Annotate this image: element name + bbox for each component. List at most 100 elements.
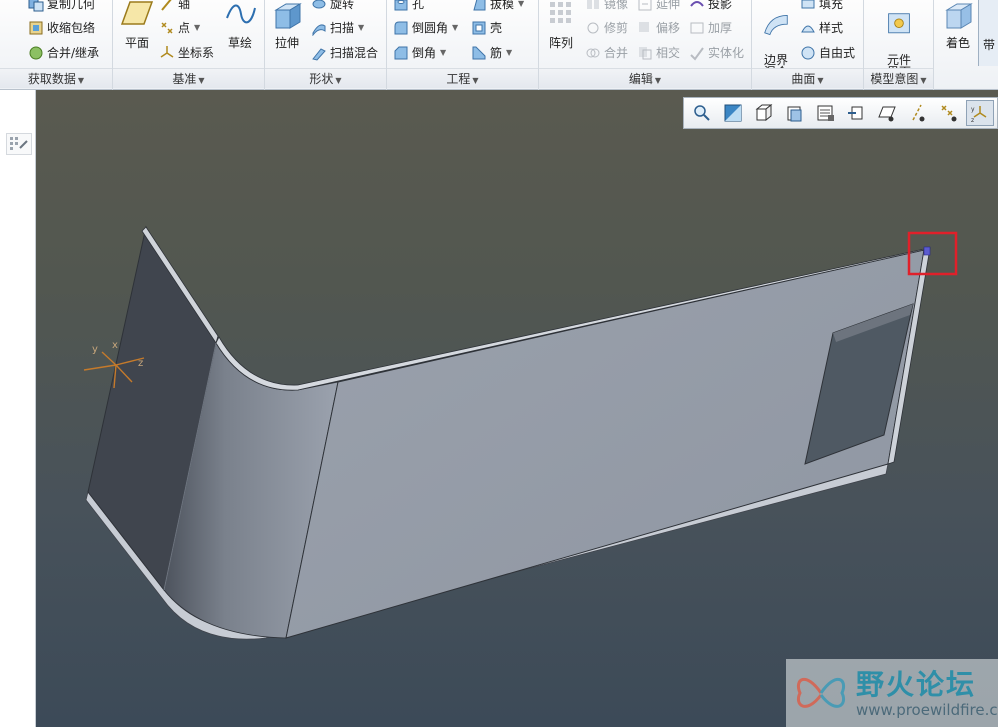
csys-y-label: y bbox=[92, 344, 98, 355]
style-icon bbox=[801, 25, 815, 33]
shrinkwrap-button[interactable]: 收缩包络 bbox=[28, 17, 95, 39]
copy-geometry-icon bbox=[28, 0, 44, 12]
forum-watermark: 野火论坛 www.proewildfire.cn bbox=[786, 659, 998, 727]
pattern-icon bbox=[550, 2, 571, 23]
view-manager-button[interactable] bbox=[812, 100, 840, 126]
group-label-editing[interactable]: 编辑 ▼ bbox=[539, 68, 751, 88]
group-engineering: 孔 拔模 ▼ 倒圆角 ▼ 壳 倒角 ▼ 筋 ▼ 工程 ▼ bbox=[387, 0, 539, 90]
merge-inherit-button[interactable]: 合并/继承 bbox=[28, 42, 99, 64]
csys-icon bbox=[160, 46, 174, 58]
draft-button[interactable]: 拔模 ▼ bbox=[471, 0, 524, 15]
model-tree-strip bbox=[0, 90, 36, 727]
pattern-button[interactable]: 阵列 bbox=[541, 0, 581, 51]
trim-icon bbox=[587, 22, 599, 34]
ribbon: 复制几何 收缩包络 合并/继承 获取数据 ▼ 平面 轴 点 ▼ 坐标系 草绘 基… bbox=[0, 0, 998, 90]
shell-icon bbox=[472, 21, 486, 35]
view-manager-icon bbox=[817, 105, 834, 121]
color-button[interactable]: 着色 bbox=[938, 0, 978, 51]
overflow-panel[interactable]: 带 bbox=[978, 0, 998, 66]
hole-icon bbox=[394, 0, 408, 11]
graphics-toolbar: yz bbox=[683, 97, 998, 129]
cube-view-icon bbox=[755, 103, 773, 122]
point-display-button[interactable] bbox=[935, 100, 963, 126]
axis-icon bbox=[161, 0, 172, 11]
extend-button[interactable]: 延伸 bbox=[637, 0, 680, 15]
solidify-icon bbox=[690, 47, 704, 61]
style-button[interactable]: 样式 bbox=[800, 17, 843, 39]
thicken-icon bbox=[690, 22, 704, 34]
csys-display-icon: yz bbox=[971, 106, 987, 123]
csys-button[interactable]: 坐标系 bbox=[159, 42, 214, 64]
graphics-window[interactable]: y x z yz 野火论坛 www.proewildfire.cn bbox=[36, 90, 998, 727]
csys-display-button[interactable]: yz bbox=[966, 100, 995, 126]
csys-z-label: z bbox=[138, 358, 143, 369]
group-editing: 阵列 镜像 延伸 投影 修剪 偏移 加厚 合并 相交 实体化 编辑 ▼ bbox=[539, 0, 752, 90]
solidify-button[interactable]: 实体化 bbox=[689, 42, 744, 64]
extrude-button[interactable]: 拉伸 bbox=[267, 0, 307, 51]
merge-inherit-icon bbox=[29, 46, 43, 60]
shrinkwrap-icon bbox=[29, 21, 43, 35]
revolve-button[interactable]: 旋转 bbox=[311, 0, 354, 15]
zoom-window-icon bbox=[724, 104, 742, 122]
refit-button[interactable] bbox=[688, 100, 716, 126]
project-button[interactable]: 投影 bbox=[689, 0, 732, 15]
point-button[interactable]: 点 ▼ bbox=[159, 17, 200, 39]
shell-button[interactable]: 壳 bbox=[471, 17, 502, 39]
selected-edge-marker[interactable] bbox=[923, 246, 931, 256]
plane-display-button[interactable] bbox=[873, 100, 901, 126]
rib-button[interactable]: 筋 ▼ bbox=[471, 42, 512, 64]
svg-text:y: y bbox=[971, 106, 975, 113]
perspective-button[interactable] bbox=[843, 100, 871, 126]
trim-button[interactable]: 修剪 bbox=[585, 17, 628, 39]
offset-icon bbox=[639, 22, 649, 32]
axis-button[interactable]: 轴 bbox=[159, 0, 190, 15]
point-display-icon bbox=[941, 105, 957, 122]
plane-display-icon bbox=[878, 106, 897, 122]
display-style-button[interactable] bbox=[781, 100, 809, 126]
thicken-button[interactable]: 加厚 bbox=[689, 17, 732, 39]
hole-button[interactable]: 孔 bbox=[393, 0, 424, 15]
perspective-icon bbox=[848, 106, 863, 120]
zoom-icon bbox=[694, 105, 710, 121]
merge-button[interactable]: 合并 bbox=[585, 42, 628, 64]
sweep-button[interactable]: 扫描 ▼ bbox=[311, 17, 364, 39]
group-extra: 着色 带 bbox=[934, 0, 998, 90]
round-button[interactable]: 倒圆角 ▼ bbox=[393, 17, 458, 39]
extend-icon bbox=[638, 0, 652, 11]
swept-blend-button[interactable]: 扫描混合 bbox=[311, 42, 378, 64]
plane-icon bbox=[120, 1, 154, 25]
mirror-button[interactable]: 镜像 bbox=[585, 0, 628, 15]
group-label-shapes[interactable]: 形状 ▼ bbox=[265, 68, 386, 88]
chamfer-button[interactable]: 倒角 ▼ bbox=[393, 42, 446, 64]
boundary-blend-button[interactable]: 边界 混合 bbox=[756, 0, 796, 78]
fill-button[interactable]: 填充 bbox=[800, 0, 843, 15]
merge-icon bbox=[586, 48, 600, 58]
sweep-icon bbox=[312, 24, 326, 36]
component-interface-button[interactable]: 元件 界面 bbox=[879, 0, 919, 78]
component-interface-icon bbox=[888, 13, 910, 34]
model-tree-toggle[interactable] bbox=[6, 133, 32, 155]
saved-views-button[interactable] bbox=[750, 100, 778, 126]
zoom-window-button[interactable] bbox=[719, 100, 747, 126]
color-appearance-icon bbox=[945, 3, 973, 29]
group-label-surfaces[interactable]: 曲面 ▼ bbox=[752, 68, 863, 88]
copy-geometry-button[interactable]: 复制几何 bbox=[28, 0, 95, 15]
offset-button[interactable]: 偏移 bbox=[637, 17, 680, 39]
group-label-engineering[interactable]: 工程 ▼ bbox=[387, 68, 538, 88]
chamfer-icon bbox=[394, 46, 408, 60]
intersect-icon bbox=[639, 47, 652, 60]
group-label-datum[interactable]: 基准 ▼ bbox=[113, 68, 264, 88]
plane-button[interactable]: 平面 bbox=[117, 0, 157, 51]
group-label-model-intent[interactable]: 模型意图 ▼ bbox=[864, 68, 933, 88]
axis-display-button[interactable] bbox=[904, 100, 932, 126]
svg-text:z: z bbox=[971, 117, 974, 123]
round-icon bbox=[394, 21, 408, 35]
extrude-icon bbox=[274, 3, 302, 29]
group-label-get-data[interactable]: 获取数据 ▼ bbox=[0, 68, 112, 88]
freestyle-button[interactable]: 自由式 bbox=[800, 42, 855, 64]
intersect-button[interactable]: 相交 bbox=[637, 42, 680, 64]
sketch-icon bbox=[226, 4, 256, 24]
sheet-metal-part[interactable]: y x z bbox=[36, 90, 998, 727]
rib-icon bbox=[472, 46, 486, 60]
sketch-button[interactable]: 草绘 bbox=[220, 0, 260, 51]
